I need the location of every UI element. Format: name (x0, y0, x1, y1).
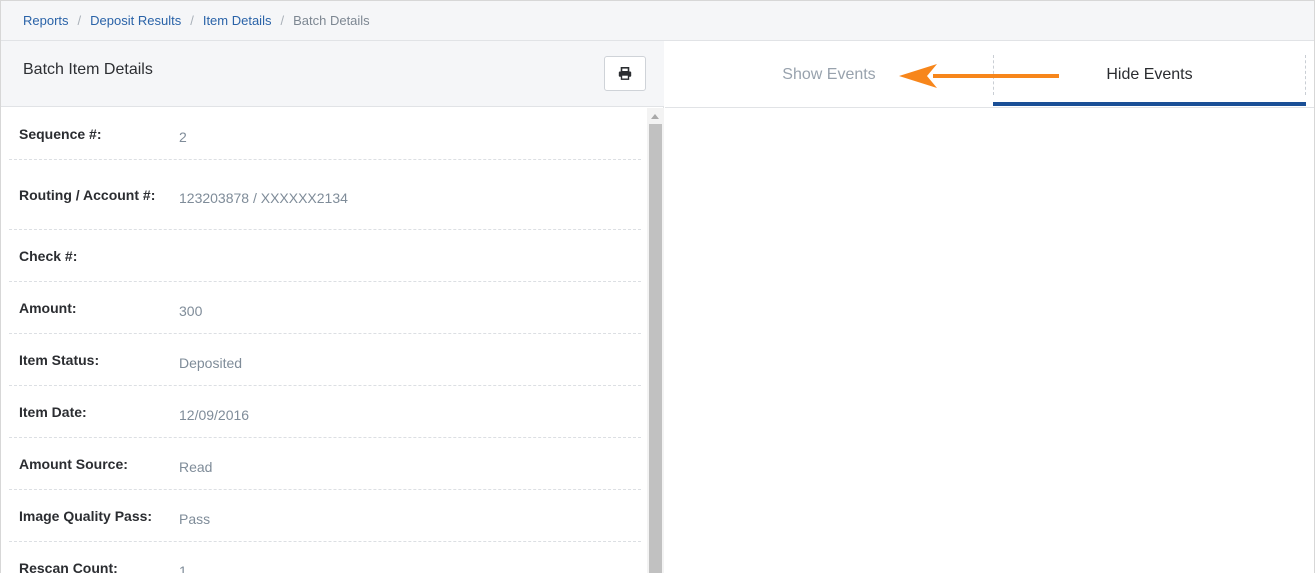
detail-row-amount: Amount: 300 (9, 282, 641, 334)
breadcrumb-batch-details: Batch Details (293, 13, 370, 28)
detail-row-item-date: Item Date: 12/09/2016 (9, 386, 641, 438)
amount-source-value: Read (179, 458, 213, 475)
batch-item-details-panel: Batch Item Details Sequence #: 2 Routing… (1, 41, 664, 573)
routing-account-value: 123203878 / XXXXXX2134 (179, 189, 348, 206)
scroll-thumb[interactable] (649, 124, 662, 573)
image-quality-value: Pass (179, 510, 211, 527)
detail-row-item-status: Item Status: Deposited (9, 334, 641, 386)
routing-account-label: Routing / Account #: (19, 186, 156, 203)
image-quality-label: Image Quality Pass: (19, 507, 153, 524)
active-tab-indicator (993, 102, 1306, 106)
amount-value: 300 (179, 302, 203, 319)
breadcrumb-separator: / (280, 13, 285, 28)
details-scrollbar[interactable] (647, 108, 664, 573)
sequence-label: Sequence #: (19, 125, 102, 142)
sequence-value: 2 (179, 128, 187, 145)
check-number-label: Check #: (19, 247, 78, 264)
printer-icon (618, 67, 632, 80)
details-list: Sequence #: 2 Routing / Account #: 12320… (1, 108, 647, 573)
breadcrumb-deposit-results[interactable]: Deposit Results (90, 13, 181, 28)
tab-divider (1305, 55, 1306, 95)
item-date-value: 12/09/2016 (179, 406, 250, 423)
app-frame: Reports / Deposit Results / Item Details… (0, 0, 1315, 573)
panel-title: Batch Item Details (23, 61, 153, 78)
item-status-label: Item Status: (19, 351, 100, 368)
amount-source-label: Amount Source: (19, 455, 128, 472)
rescan-count-value: 1 (179, 562, 187, 573)
detail-row-image-quality: Image Quality Pass: Pass (9, 490, 641, 542)
detail-row-routing-account: Routing / Account #: 123203878 / XXXXXX2… (9, 160, 641, 230)
rescan-count-label: Rescan Count: (19, 559, 118, 573)
events-panel: Show Events Hide Events (665, 41, 1314, 573)
item-date-label: Item Date: (19, 403, 87, 420)
breadcrumb: Reports / Deposit Results / Item Details… (1, 1, 1314, 41)
detail-row-rescan-count: Rescan Count: 1 (9, 542, 641, 573)
breadcrumb-reports[interactable]: Reports (23, 13, 69, 28)
detail-row-check: Check #: (9, 230, 641, 282)
detail-row-amount-source: Amount Source: Read (9, 438, 641, 490)
amount-label: Amount: (19, 299, 77, 316)
arrow-left-icon (899, 64, 1059, 88)
print-button[interactable] (604, 56, 646, 91)
item-status-value: Deposited (179, 354, 243, 371)
breadcrumb-item-details[interactable]: Item Details (203, 13, 272, 28)
check-number-value (169, 253, 179, 259)
detail-row-sequence: Sequence #: 2 (9, 108, 641, 160)
breadcrumb-separator: / (190, 13, 194, 28)
panel-header: Batch Item Details (1, 41, 664, 107)
breadcrumb-separator: / (77, 13, 82, 28)
scroll-up-arrow-icon[interactable] (651, 114, 659, 119)
events-tabs: Show Events Hide Events (665, 41, 1314, 108)
